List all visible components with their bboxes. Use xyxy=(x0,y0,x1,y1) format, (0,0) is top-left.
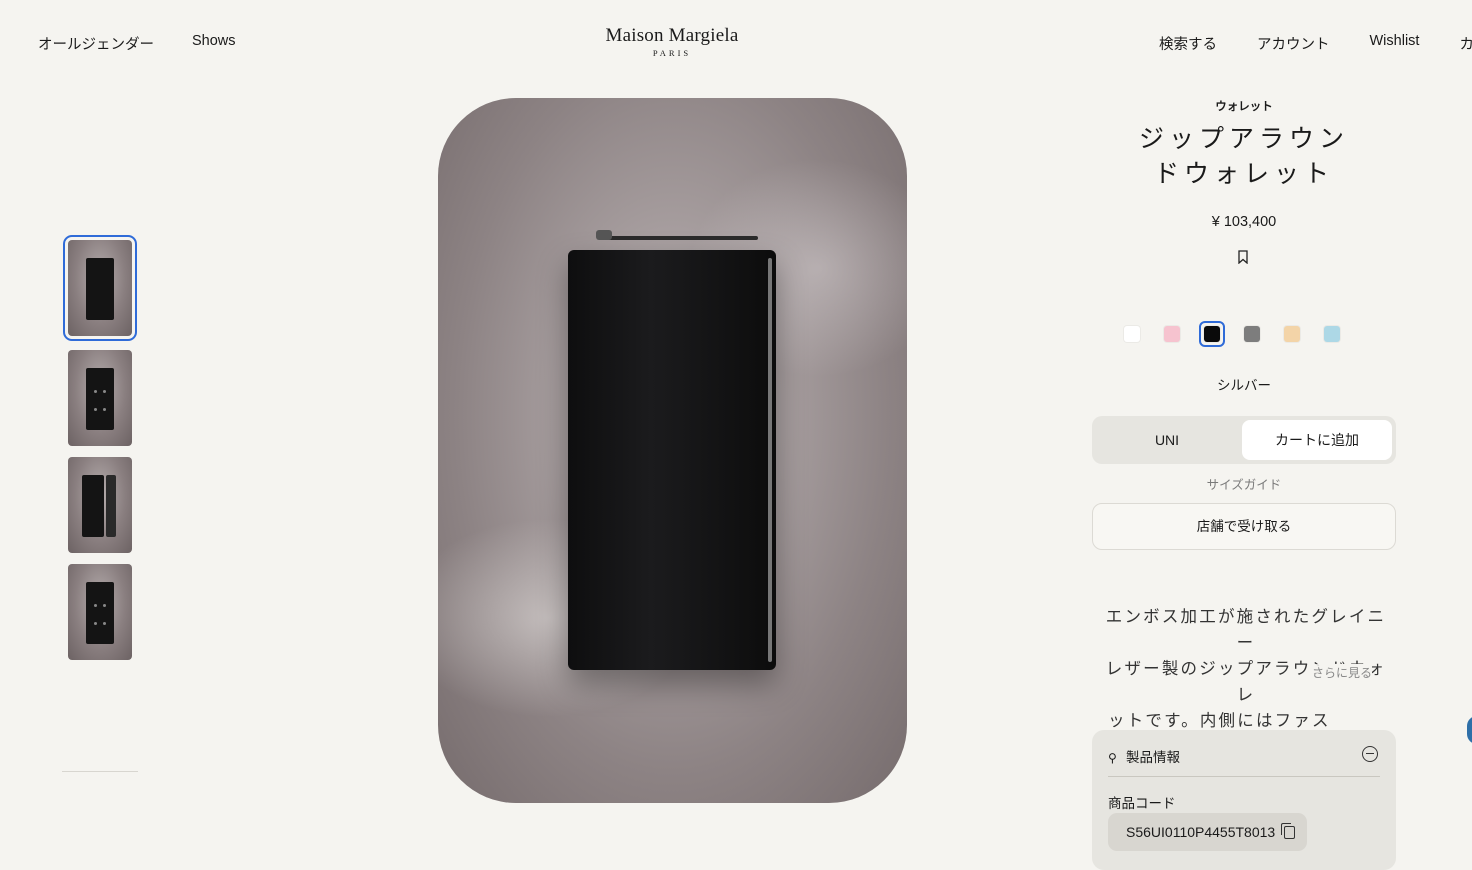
nav-right: 検索する アカウント Wishlist カ xyxy=(1159,33,1472,54)
swatch-grey[interactable] xyxy=(1244,326,1260,342)
product-price: ¥ 103,400 xyxy=(1211,214,1277,230)
product-info-accordion: ⚲ 製品情報 商品コード S56UI0110P4455T8013 xyxy=(1092,730,1396,870)
site-header: オールジェンダー Shows Maison Margiela PARIS 検索す… xyxy=(0,0,1472,84)
product-info-title: 製品情報 xyxy=(1126,750,1180,765)
bookmark-icon[interactable] xyxy=(1238,250,1248,264)
swatch-beige[interactable] xyxy=(1284,326,1300,342)
store-pickup-button[interactable]: 店舗で受け取る xyxy=(1092,503,1396,550)
swatch-white[interactable] xyxy=(1124,326,1140,342)
chat-widget-tab[interactable] xyxy=(1467,716,1472,744)
product-title: ジップアラウン ドウォレット xyxy=(1092,122,1396,192)
see-more-link[interactable]: さらに見る xyxy=(1308,664,1373,681)
wallet-back-stitches-thumbnail-icon xyxy=(86,368,114,430)
thumbnail-list xyxy=(62,233,138,671)
zipper-side xyxy=(768,258,772,662)
zipper-track xyxy=(608,236,758,240)
thumbnail-4[interactable] xyxy=(68,564,132,660)
nav-left: オールジェンダー Shows xyxy=(38,33,236,54)
product-info-header[interactable]: ⚲ 製品情報 xyxy=(1108,746,1380,777)
swatch-pink[interactable] xyxy=(1164,326,1180,342)
wallet-back-stitches-thumbnail-icon xyxy=(86,582,114,644)
main-product-image[interactable] xyxy=(438,98,907,803)
nav-cart[interactable]: カ xyxy=(1459,33,1472,54)
wallet-image xyxy=(568,230,776,670)
logo-city-text: PARIS xyxy=(652,48,692,58)
selected-color-name: シルバー xyxy=(1217,378,1271,393)
thumbnail-1[interactable] xyxy=(63,235,137,341)
logo-brand-text: Maison Margiela xyxy=(605,25,739,46)
nav-shows[interactable]: Shows xyxy=(192,33,236,54)
brand-logo[interactable]: Maison Margiela PARIS xyxy=(604,25,740,59)
nav-all-gender[interactable]: オールジェンダー xyxy=(38,33,154,54)
nav-account[interactable]: アカウント xyxy=(1257,33,1330,54)
hanger-icon: ⚲ xyxy=(1108,751,1117,765)
thumbnail-2[interactable] xyxy=(68,350,132,446)
size-cart-row: UNI カートに追加 xyxy=(1092,416,1396,464)
collapse-minus-icon[interactable] xyxy=(1362,746,1378,762)
swatch-light-blue[interactable] xyxy=(1324,326,1340,342)
nav-wishlist[interactable]: Wishlist xyxy=(1370,33,1420,54)
product-title-line2: ドウォレット xyxy=(1153,161,1334,188)
size-selector[interactable]: UNI xyxy=(1092,416,1242,464)
wallet-front-thumbnail-icon xyxy=(86,258,114,320)
wallet-open-thumbnail-icon xyxy=(82,475,104,537)
product-code-value: S56UI0110P4455T8013 xyxy=(1126,824,1276,840)
swatch-black[interactable] xyxy=(1199,321,1225,347)
thumbnail-3[interactable] xyxy=(68,457,132,553)
nav-search[interactable]: 検索する xyxy=(1159,33,1217,54)
product-title-line1: ジップアラウン xyxy=(1138,126,1349,153)
product-code-chip: S56UI0110P4455T8013 xyxy=(1108,813,1308,851)
size-guide-link[interactable]: サイズガイド xyxy=(1092,474,1396,493)
thumbnail-divider xyxy=(62,771,138,772)
add-to-cart-button[interactable]: カートに追加 xyxy=(1242,420,1392,460)
zipper-puller xyxy=(596,230,612,240)
product-code-label: 商品コード xyxy=(1108,796,1176,811)
color-swatches xyxy=(1124,321,1340,347)
copy-icon[interactable] xyxy=(1281,823,1296,839)
product-category: ウォレット xyxy=(1215,101,1273,113)
